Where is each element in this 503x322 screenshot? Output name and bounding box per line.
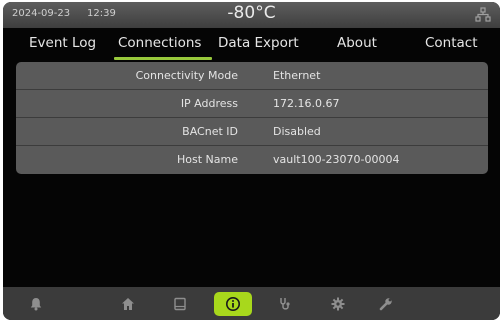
temperature-readout: -80°C (227, 3, 276, 23)
nav-document-button[interactable] (167, 291, 193, 317)
ip-address-row: IP Address 172.16.0.67 (16, 90, 488, 118)
connections-panel: Connectivity Mode Ethernet IP Address 17… (16, 62, 488, 174)
home-icon (120, 296, 136, 312)
active-tab-indicator (114, 57, 212, 60)
row-value: Ethernet (273, 69, 321, 82)
tab-about[interactable]: About (337, 35, 377, 51)
gear-icon (330, 296, 346, 312)
row-value: 172.16.0.67 (273, 97, 340, 110)
device-screen: 2024-09-23 12:39 -80°C Event Log Connect… (3, 2, 500, 320)
tab-data-export[interactable]: Data Export (218, 35, 299, 51)
bacnet-id-row: BACnet ID Disabled (16, 118, 488, 146)
row-label: IP Address (180, 97, 238, 110)
row-label: Connectivity Mode (135, 69, 238, 82)
nav-service-button[interactable] (373, 291, 399, 317)
tab-contact[interactable]: Contact (425, 35, 478, 51)
tab-connections[interactable]: Connections (118, 35, 201, 51)
connectivity-mode-row: Connectivity Mode Ethernet (16, 62, 488, 90)
nav-alarms-button[interactable] (23, 291, 49, 317)
row-label: BACnet ID (182, 125, 238, 138)
bell-icon (28, 296, 44, 312)
nav-diagnostics-button[interactable] (272, 291, 298, 317)
bottom-nav (3, 287, 500, 320)
row-value: vault100-23070-00004 (273, 153, 400, 166)
document-icon (172, 296, 188, 312)
nav-home-button[interactable] (115, 291, 141, 317)
tab-event-log[interactable]: Event Log (29, 35, 96, 51)
nav-info-button[interactable] (214, 292, 252, 316)
row-value: Disabled (273, 125, 321, 138)
info-icon (225, 296, 241, 312)
host-name-row: Host Name vault100-23070-00004 (16, 146, 488, 174)
network-icon (475, 7, 491, 23)
nav-settings-button[interactable] (325, 291, 351, 317)
tab-bar: Event Log Connections Data Export About … (3, 30, 500, 60)
status-bar: 2024-09-23 12:39 -80°C (3, 2, 500, 28)
row-label: Host Name (177, 153, 238, 166)
wrench-icon (378, 296, 394, 312)
stethoscope-icon (277, 296, 293, 312)
